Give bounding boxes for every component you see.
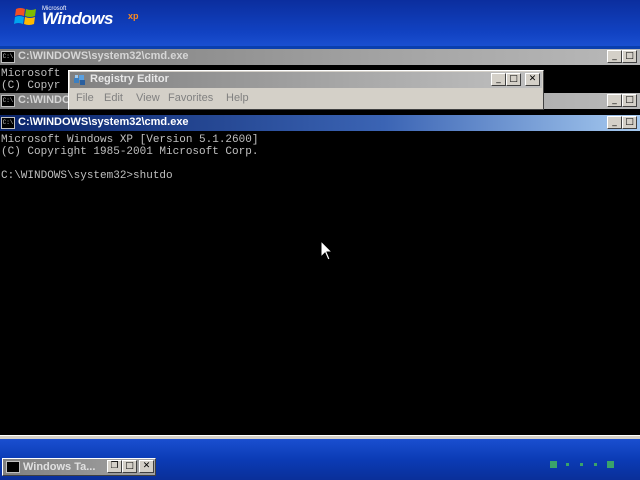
progress-dot <box>580 463 583 466</box>
registry-editor-title: Registry Editor <box>90 73 169 85</box>
windows-xp-logo: Microsoft Windows xp <box>14 2 139 32</box>
logo-windows-text: Windows <box>42 9 113 28</box>
maximize-button[interactable]: □ <box>506 73 521 86</box>
loading-progress-dots <box>550 459 620 469</box>
cmd-main-titlebar[interactable]: C:\ C:\WINDOWS\system32\cmd.exe _ □ <box>0 115 640 131</box>
registry-editor-menubar: File Edit View Favorites Help <box>70 91 542 107</box>
menu-favorites[interactable]: Favorites <box>168 92 213 104</box>
restore-button[interactable]: ❐ <box>107 460 122 473</box>
maximize-button[interactable]: □ <box>622 50 637 63</box>
maximize-button[interactable]: □ <box>622 116 637 129</box>
console-prompt-line[interactable]: C:\WINDOWS\system32>shutdo <box>1 170 173 182</box>
cmd-main-console[interactable]: Microsoft Windows XP [Version 5.1.2600] … <box>0 131 640 435</box>
minimize-button[interactable]: _ <box>491 73 506 86</box>
maximize-button[interactable]: □ <box>122 460 137 473</box>
cmd-main-title: C:\WINDOWS\system32\cmd.exe <box>18 116 189 128</box>
cmd-window-1-title: C:\WINDOWS\system32\cmd.exe <box>18 50 189 62</box>
minimized-window-task-manager[interactable]: Windows Ta... ❐ □ ✕ <box>2 458 156 476</box>
logo-xp-text: xp <box>128 11 139 21</box>
minimized-window-title: Windows Ta... <box>23 461 96 473</box>
maximize-button[interactable]: □ <box>622 94 637 107</box>
close-button[interactable]: ✕ <box>525 73 540 86</box>
cmd-icon: C:\ <box>1 51 15 63</box>
desktop-top: Microsoft Windows xp <box>0 0 640 46</box>
progress-dot <box>566 463 569 466</box>
progress-dot <box>607 461 614 468</box>
mouse-cursor-icon <box>320 240 334 261</box>
registry-editor-window[interactable]: Registry Editor _ □ ✕ File Edit View Fav… <box>68 70 544 110</box>
menu-help[interactable]: Help <box>226 92 249 104</box>
console-line: (C) Copyr <box>1 80 61 92</box>
console-line: (C) Copyright 1985-2001 Microsoft Corp. <box>1 146 259 158</box>
window-icon <box>6 461 20 473</box>
menu-edit[interactable]: Edit <box>104 92 123 104</box>
menu-view[interactable]: View <box>136 92 160 104</box>
console-line: Microsoft Windows XP [Version 5.1.2600] <box>1 134 259 146</box>
cmd-icon: C:\ <box>1 117 15 129</box>
cmd-window-1-titlebar[interactable]: C:\ C:\WINDOWS\system32\cmd.exe _ □ <box>0 49 640 65</box>
minimize-button[interactable]: _ <box>607 116 622 129</box>
registry-editor-titlebar[interactable]: Registry Editor _ □ ✕ <box>70 72 542 88</box>
minimize-button[interactable]: _ <box>607 50 622 63</box>
progress-dot <box>550 461 557 468</box>
cmd-icon: C:\ <box>1 95 15 107</box>
progress-dot <box>594 463 597 466</box>
console-line: Microsoft <box>1 68 61 80</box>
minimize-button[interactable]: _ <box>607 94 622 107</box>
menu-file[interactable]: File <box>76 92 94 104</box>
registry-editor-icon <box>74 75 85 85</box>
close-button[interactable]: ✕ <box>139 460 154 473</box>
windows-flag-icon <box>14 8 36 25</box>
cmd-window-2-title: C:\WINDO <box>18 94 71 106</box>
